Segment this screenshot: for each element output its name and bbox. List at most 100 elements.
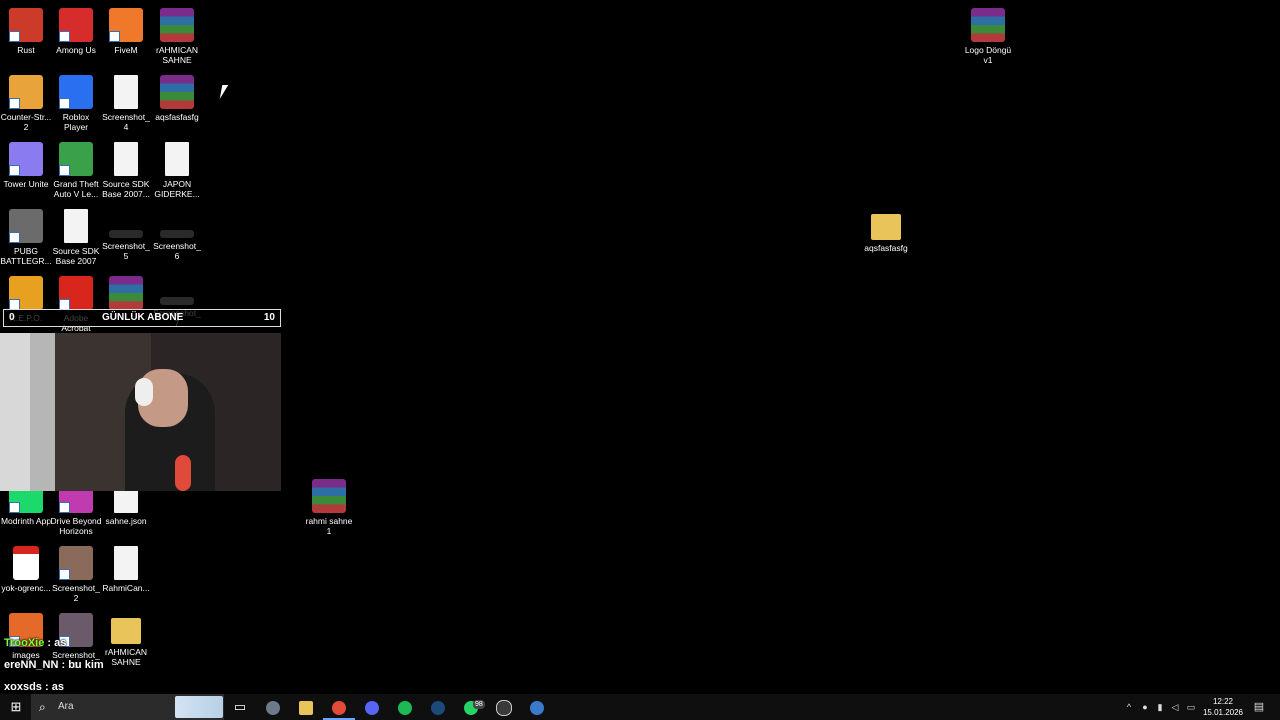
app-icon (59, 276, 93, 310)
app-icon[interactable] (257, 694, 289, 720)
desktop-icon-label: rAHMICAN SAHNE (155, 45, 199, 65)
desktop-icon-label: Logo Döngü v1 (964, 45, 1012, 65)
chat-line: TrooXie : as (4, 637, 67, 649)
desktop-icon[interactable]: FiveM (100, 5, 152, 69)
desktop-icon-label: aqsfasfasfg (864, 243, 908, 253)
winrar-archive-icon (971, 8, 1005, 42)
desktop-icon[interactable]: Screenshot_2 (50, 543, 102, 607)
desktop-icon[interactable] (100, 273, 152, 337)
desktop-icon[interactable]: rahmi sahne 1 (303, 476, 355, 540)
desktop-icon-label: rahmi sahne 1 (305, 516, 353, 536)
desktop-icon[interactable]: RahmiCan... (100, 543, 152, 607)
desktop-icon-label: FiveM (114, 45, 138, 55)
chat-line: ereNN_NN : bu kim (4, 659, 104, 671)
document-icon (114, 75, 138, 109)
desktop-icon-label: aqsfasfasfg (155, 112, 199, 122)
desktop-icon[interactable]: R.E.P.O. (0, 273, 52, 337)
steam-icon[interactable] (422, 694, 454, 720)
desktop-icon[interactable]: Logo Döngü v1 (962, 5, 1014, 69)
winrar-archive-icon (109, 276, 143, 310)
desktop-icon[interactable]: Grand Theft Auto V Le... (50, 139, 102, 203)
desktop-icon-label: Modrinth App (0, 516, 52, 526)
microphone-icon[interactable]: ▮ (1153, 694, 1167, 720)
desktop-icon[interactable]: Screenshot_6 (151, 206, 203, 270)
desktop-icon-label: PUBG BATTLEGR... (0, 246, 52, 266)
desktop-icon[interactable]: Source SDK Base 2007 (50, 206, 102, 270)
desktop-icon[interactable]: Roblox Player (50, 72, 102, 136)
desktop-icon-label: Source SDK Base 2007 (52, 246, 100, 266)
chat-line: xoxsds : as (4, 681, 64, 693)
desktop-icon[interactable]: rAHMICAN SAHNE (100, 610, 152, 674)
app-icon[interactable] (521, 694, 553, 720)
sub-goal-left: 0 (9, 312, 15, 323)
sub-goal-title: GÜNLÜK ABONE (102, 312, 184, 323)
clock[interactable]: 12:22 15.01.2026 (1198, 696, 1248, 718)
search-highlight-image (175, 696, 223, 718)
volume-icon[interactable]: ◁ (1168, 694, 1182, 720)
task-view-icon[interactable]: ▭ (224, 694, 256, 720)
desktop-icon[interactable]: Tower Unite (0, 139, 52, 203)
start-button[interactable]: ⊞ (0, 694, 32, 720)
desktop-icon-label: Screenshot_2 (52, 583, 100, 603)
chat-user: TrooXie (4, 637, 45, 649)
desktop-icon[interactable]: Screenshot_4 (100, 72, 152, 136)
network-icon[interactable]: ▭ (1184, 694, 1198, 720)
image-icon (160, 230, 194, 238)
desktop-icon[interactable]: Among Us (50, 5, 102, 69)
search-placeholder: Ara (58, 701, 74, 712)
app-icon (59, 546, 93, 580)
desktop-icon[interactable]: aqsfasfasfg (860, 206, 912, 270)
microphone-icon (175, 455, 191, 491)
document-icon (165, 142, 189, 176)
winrar-archive-icon (160, 8, 194, 42)
whatsapp-icon[interactable]: 98 (455, 694, 487, 720)
desktop-icon-label: yok-ogrenc... (1, 583, 51, 593)
desktop-icon[interactable]: Screenshot_5 (100, 206, 152, 270)
desktop-icon[interactable]: Adobe Acrobat (50, 273, 102, 337)
desktop-icon-label: Drive Beyond Horizons (50, 516, 102, 536)
chat-user: xoxsds (4, 681, 42, 693)
chrome-icon[interactable] (323, 694, 355, 720)
winrar-archive-icon (312, 479, 346, 513)
app-icon (9, 142, 43, 176)
winrar-archive-icon (160, 75, 194, 109)
image-icon (109, 230, 143, 238)
desktop-icon[interactable]: yok-ogrenc... (0, 543, 52, 607)
app-icon (9, 209, 43, 243)
desktop-icon-label: Source SDK Base 2007... (102, 179, 150, 199)
headphones-icon (135, 378, 153, 406)
desktop: Rust Among Us FiveM rAHMICAN SAHNE Logo Döng… (0, 0, 1280, 694)
app-icon (9, 276, 43, 310)
chevron-up-icon[interactable]: ^ (1122, 694, 1136, 720)
desktop-icon[interactable]: rAHMICAN SAHNE (151, 5, 203, 69)
desktop-icon[interactable]: aqsfasfasfg (151, 72, 203, 136)
desktop-icon[interactable]: PUBG BATTLEGR... (0, 206, 52, 270)
desktop-icon[interactable]: Source SDK Base 2007... (100, 139, 152, 203)
desktop-icon-label: sahne.json (105, 516, 147, 526)
taskbar-search[interactable]: ⌕ Ara (31, 694, 224, 720)
document-icon (114, 546, 138, 580)
desktop-icon[interactable]: Screenshot_7 (151, 273, 203, 337)
desktop-icon[interactable]: Rust (0, 5, 52, 69)
spotify-icon[interactable] (389, 694, 421, 720)
mouse-cursor-icon (219, 85, 229, 99)
image-icon (160, 297, 194, 305)
tray-app-icon[interactable]: ● (1138, 694, 1152, 720)
taskbar: ⊞ ⌕ Ara ▭ 98 ^ ● ▮ ◁ ▭ 12:22 15.01.2026 … (0, 694, 1280, 720)
app-icon (9, 8, 43, 42)
discord-icon[interactable] (356, 694, 388, 720)
desktop-icon[interactable]: Counter-Str... 2 (0, 72, 52, 136)
sub-goal-right: 10 (263, 312, 275, 323)
desktop-icon-label: Roblox Player (62, 112, 90, 132)
file-explorer-icon[interactable] (290, 694, 322, 720)
desktop-icon-label: Counter-Str... 2 (0, 112, 52, 132)
obs-icon[interactable] (488, 694, 520, 720)
search-icon: ⌕ (39, 700, 46, 714)
desktop-icon[interactable]: JAPON GIDERKE... (151, 139, 203, 203)
pdf-icon (13, 546, 39, 580)
clock-date: 15.01.2026 (1202, 708, 1244, 717)
notification-icon[interactable]: ▤ (1252, 694, 1266, 720)
app-icon (59, 8, 93, 42)
chat-message: bu kim (68, 659, 104, 671)
folder-icon (871, 214, 901, 240)
